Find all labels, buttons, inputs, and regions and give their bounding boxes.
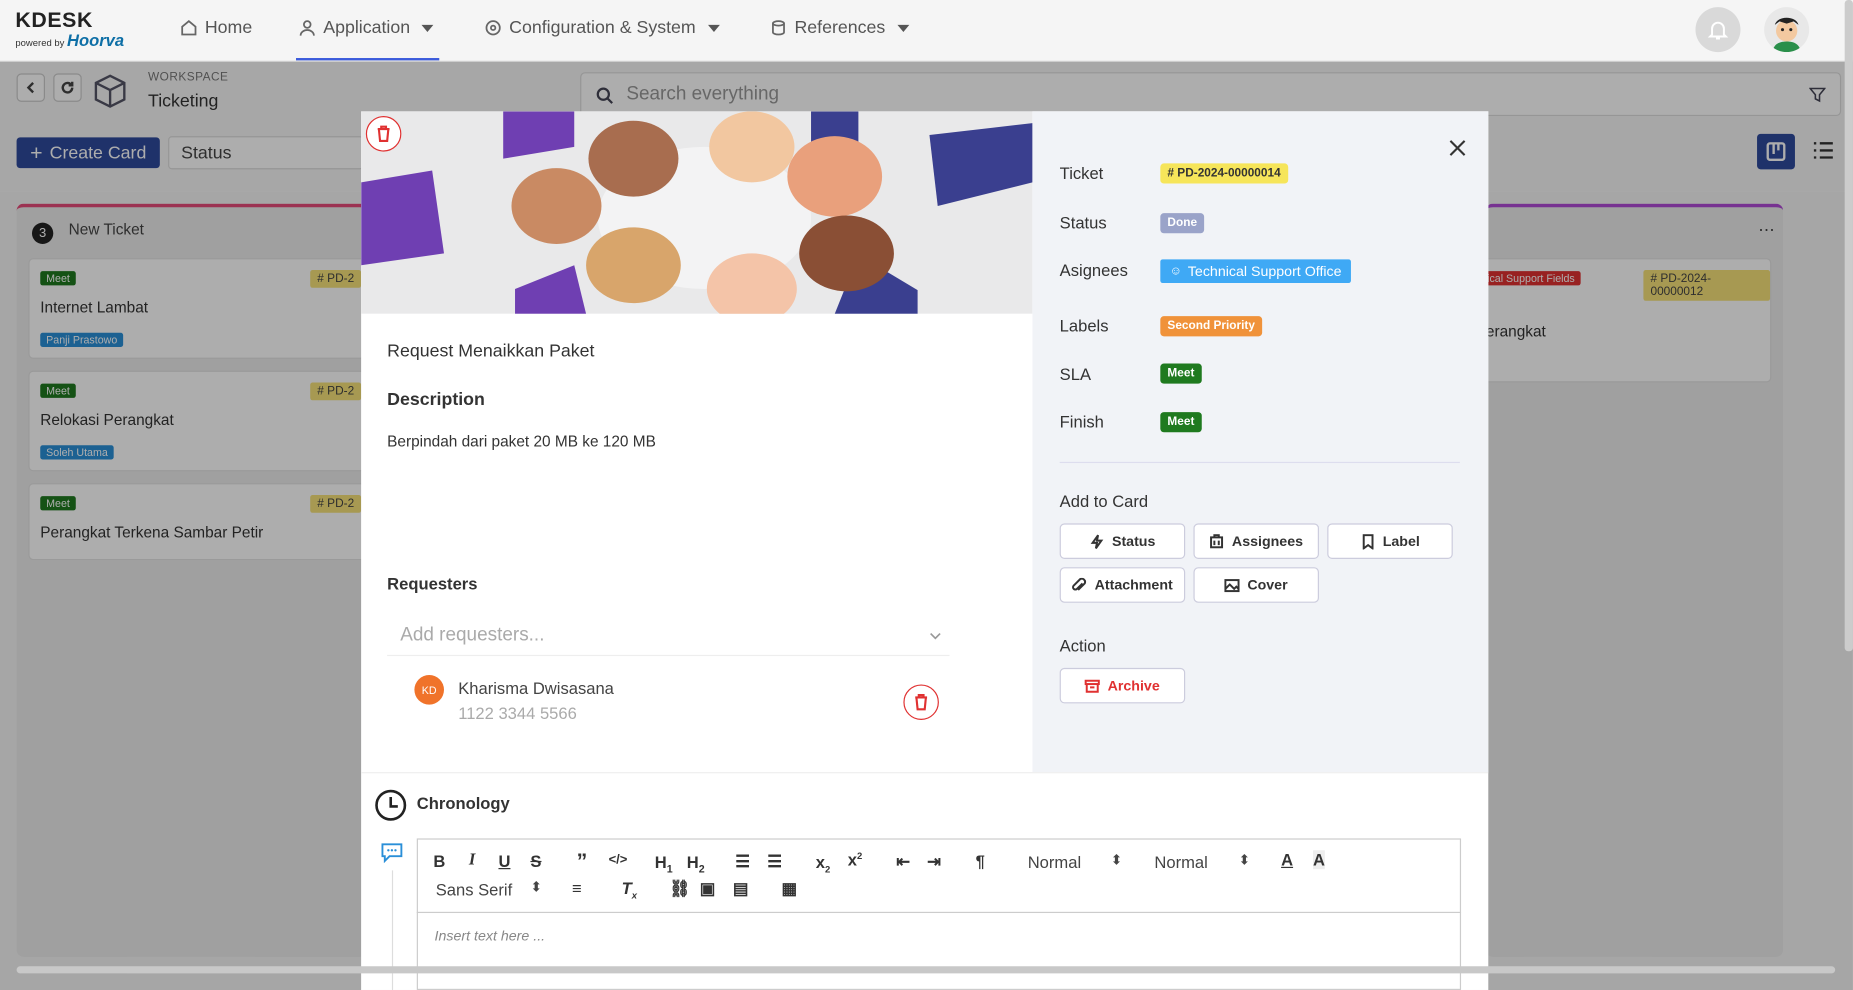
field-label: Status [1059,213,1107,233]
editor-toolbar [416,838,1462,914]
add-status-button[interactable]: Status [1059,523,1186,559]
label-badge[interactable]: Second Priority [1160,316,1263,337]
image-icon [1224,578,1241,592]
clear-format-button[interactable]: Tx [622,879,637,901]
close-modal-button[interactable] [1447,137,1468,158]
remove-requester-button[interactable] [903,684,939,720]
add-assignees-button[interactable]: Assignees [1193,523,1319,559]
subscript-button[interactable]: x2 [816,853,831,875]
chevron-down-icon [930,632,941,640]
insert-video-button[interactable]: ▤ [733,879,749,899]
gear-icon [485,20,501,36]
caret-down-icon [707,24,720,32]
action-heading: Action [1059,635,1106,655]
caret-down-icon [421,24,434,32]
insert-table-button[interactable]: ▦ [781,879,797,899]
finish-badge: Meet [1160,412,1202,433]
home-icon [181,20,197,36]
top-navbar [0,0,1853,62]
nav-active-indicator [296,58,440,61]
nav-home[interactable]: Home [180,18,252,38]
editor-textarea[interactable]: Insert text here ... [435,927,546,944]
size-select[interactable]: Normal [1028,853,1081,872]
ticket-title[interactable]: Request Menaikkan Paket [387,341,594,361]
nav-configuration[interactable]: Configuration & System [484,18,720,38]
divider [1059,461,1460,464]
select-arrows-icon: ⬍ [530,878,543,896]
sla-badge: Meet [1160,363,1202,384]
archive-icon [1085,679,1101,693]
requesters-heading: Requesters [387,574,478,594]
requesters-select[interactable]: Add requesters... [387,616,950,657]
description-heading: Description [387,389,485,410]
caret-down-icon [897,24,909,32]
delete-cover-button[interactable] [365,116,402,152]
field-label: Finish [1059,412,1104,432]
assignee-badge[interactable]: ☺ Technical Support Office [1160,259,1352,284]
divider [361,772,1489,774]
trash-icon [377,125,390,142]
link-button[interactable]: ⛓ [669,879,690,899]
nav-application[interactable]: Application [298,18,434,38]
align-button[interactable]: ≡ [572,879,582,898]
nav-references[interactable]: References [770,18,909,38]
trash-icon [915,694,928,711]
user-icon [299,20,315,36]
chronology-heading: Chronology [416,793,510,813]
indent-button[interactable]: ⇥ [927,851,941,871]
database-icon [772,20,785,36]
user-icon: ☺ [1169,264,1182,278]
field-label: Asignees [1059,260,1128,280]
italic-button[interactable]: I [469,851,475,870]
status-badge[interactable]: Done [1160,213,1205,234]
add-to-card-heading: Add to Card [1059,491,1149,511]
underline-button[interactable]: U [498,851,510,870]
superscript-button[interactable]: x2 [848,850,863,869]
user-avatar[interactable] [1764,7,1810,53]
heading1-button[interactable]: H1 [655,853,673,875]
code-button[interactable]: </> [609,853,628,867]
outdent-button[interactable]: ⇤ [896,851,910,871]
comment-icon [381,843,403,864]
app-logo[interactable]: KDESK powered by Hoorva [15,9,124,48]
field-label: Ticket [1059,163,1104,183]
text-color-button[interactable]: A [1281,850,1293,869]
text-direction-button[interactable]: ¶ [976,851,985,870]
close-icon [1449,140,1466,156]
lightning-icon [1090,534,1104,549]
cover-image [361,111,1033,314]
ticket-id-badge: # PD-2024-00000014 [1160,163,1288,184]
add-cover-button[interactable]: Cover [1193,567,1319,603]
background-color-button[interactable]: A [1313,850,1326,870]
paperclip-icon [1072,577,1087,591]
archive-button[interactable]: Archive [1059,667,1186,704]
blockquote-button[interactable]: ” [577,849,588,874]
strike-button[interactable]: S [530,851,541,870]
vertical-scrollbar[interactable] [1844,0,1853,652]
select-arrows-icon: ⬍ [1110,851,1123,869]
add-label-button[interactable]: Label [1327,523,1453,559]
horizontal-scrollbar[interactable] [16,966,1836,974]
ordered-list-button[interactable]: ☰ [735,851,750,871]
building-icon [1210,533,1224,548]
bookmark-icon [1362,533,1374,549]
field-label: Labels [1059,316,1109,336]
requester-name: Kharisma Dwisasana [458,678,614,698]
description-text[interactable]: Berpindah dari paket 20 MB ke 120 MB [387,432,656,450]
select-arrows-icon: ⬍ [1238,851,1251,869]
header-select[interactable]: Normal [1154,853,1207,872]
bullet-list-button[interactable]: ☰ [767,851,782,871]
history-icon [375,789,407,821]
bold-button[interactable]: B [433,851,445,870]
field-label: SLA [1059,364,1092,384]
font-select[interactable]: Sans Serif [436,880,512,899]
insert-image-button[interactable]: ▣ [700,879,716,899]
notification-bell-icon[interactable] [1695,7,1741,53]
requester-phone: 1122 3344 5566 [458,703,577,723]
heading2-button[interactable]: H2 [687,853,705,875]
requester-avatar: KD [414,674,444,705]
add-attachment-button[interactable]: Attachment [1059,567,1186,603]
